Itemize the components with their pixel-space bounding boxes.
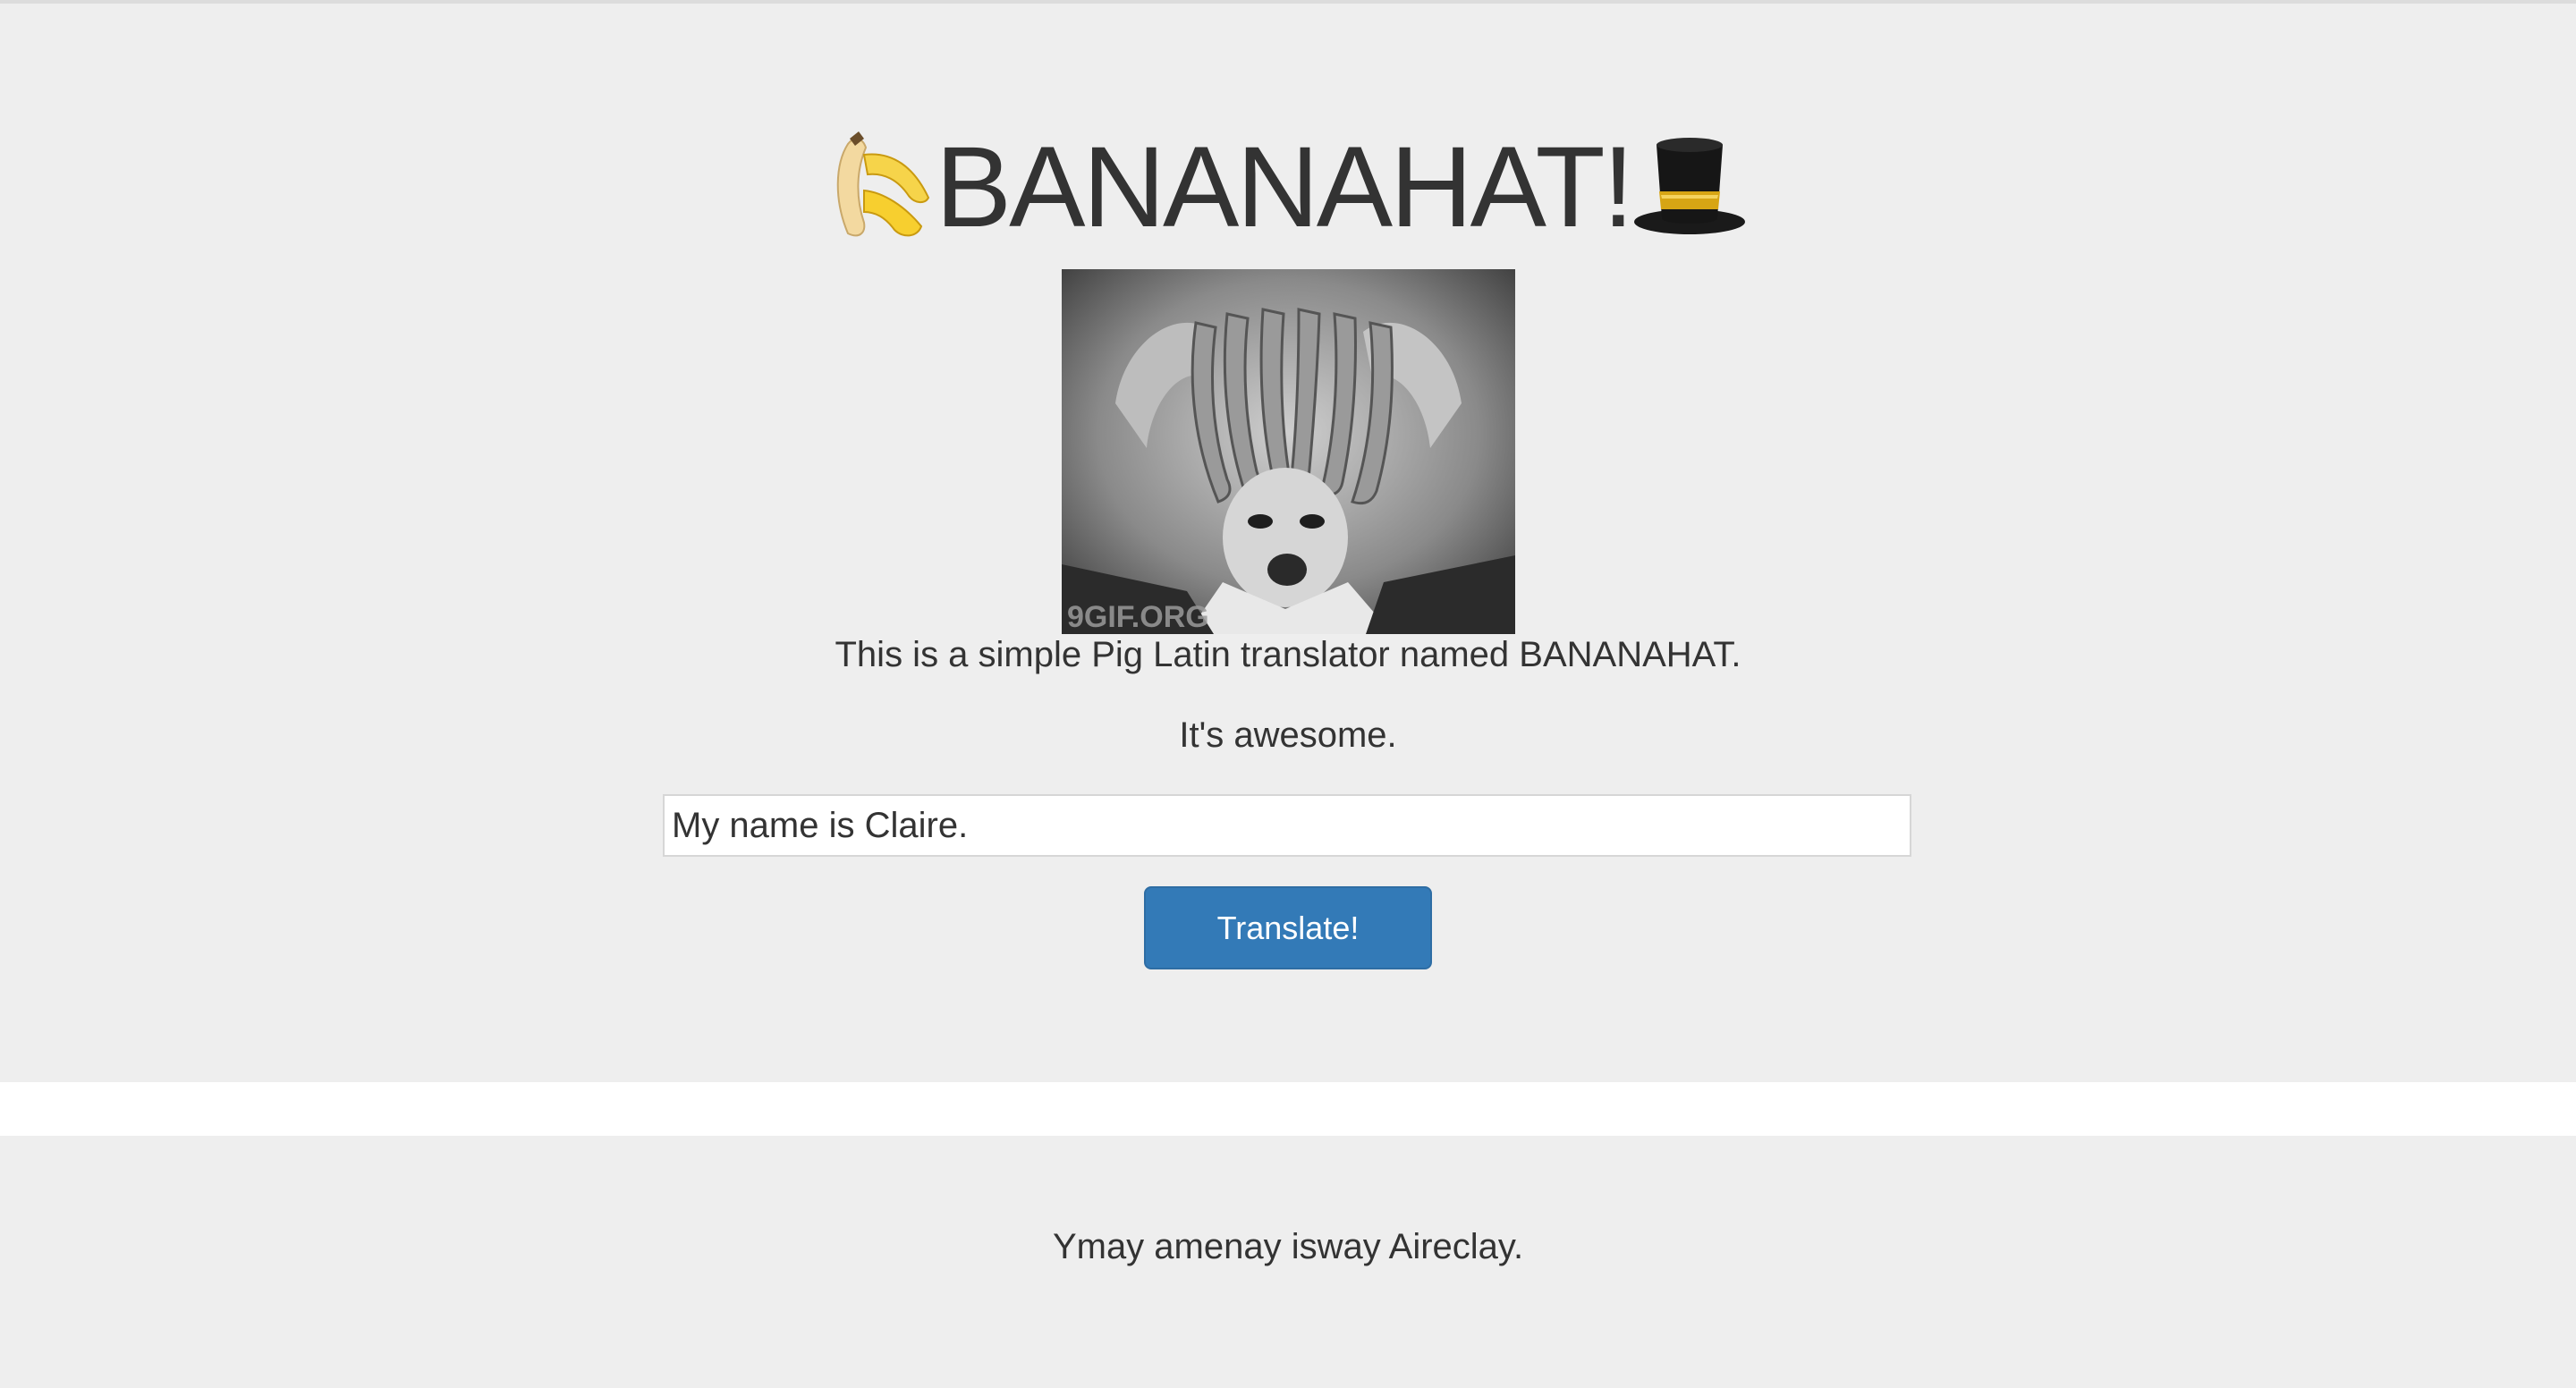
- description-text: This is a simple Pig Latin translator na…: [835, 635, 1741, 674]
- page-title: BANANAHAT!: [0, 125, 2576, 250]
- gif-watermark: 9GIF.ORG: [1067, 600, 1209, 634]
- banana-icon: [828, 128, 936, 249]
- translate-button[interactable]: Translate!: [1144, 886, 1432, 969]
- section-divider: [0, 1082, 2576, 1136]
- top-hat-icon: [1631, 132, 1748, 244]
- translation-result: Ymay amenay isway Aireclay.: [1052, 1227, 1524, 1266]
- translate-input[interactable]: [663, 794, 1911, 857]
- app-title: BANANAHAT!: [935, 123, 1634, 251]
- banana-hat-gif: 9GIF.ORG: [1062, 269, 1515, 634]
- tagline-text: It's awesome.: [1179, 715, 1397, 755]
- translate-button-label: Translate!: [1216, 909, 1360, 946]
